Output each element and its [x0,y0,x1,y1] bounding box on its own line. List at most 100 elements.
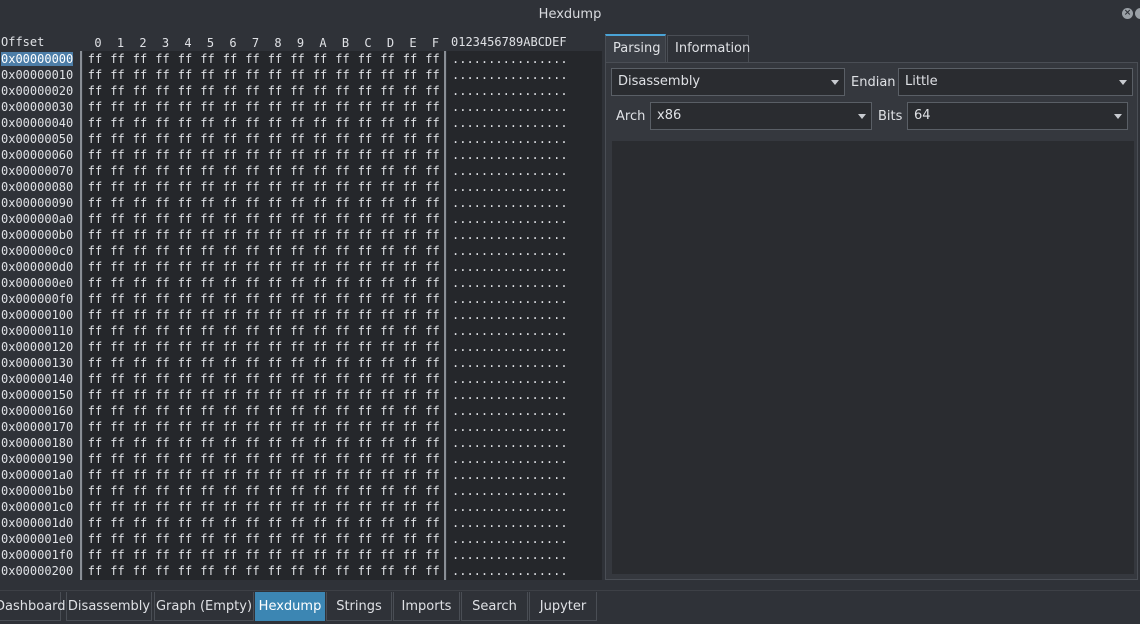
hex-byte[interactable]: ff [377,179,399,195]
hex-byte[interactable]: ff [107,195,129,211]
arch-select[interactable]: x86 [650,102,872,130]
hex-byte[interactable]: ff [242,259,264,275]
hex-byte[interactable]: ff [399,387,421,403]
hex-byte[interactable]: ff [174,243,196,259]
hex-row[interactable]: ff ff ff ff ff ff ff ff ff ff ff ff ff ff ff ff [83,339,444,355]
hex-byte[interactable]: ff [309,51,331,67]
hex-byte[interactable]: ff [84,515,106,531]
offset-row[interactable]: 0x000000e0 [0,275,78,291]
hex-byte[interactable]: ff [219,163,241,179]
hex-byte[interactable]: ff [197,387,219,403]
hex-row[interactable]: ff ff ff ff ff ff ff ff ff ff ff ff ff ff ff ff [83,307,444,323]
hex-byte[interactable]: ff [332,115,354,131]
hex-byte[interactable]: ff [422,147,444,163]
hex-byte[interactable]: ff [399,435,421,451]
hex-byte[interactable]: ff [242,339,264,355]
hex-byte[interactable]: ff [422,563,444,579]
hex-byte[interactable]: ff [309,115,331,131]
hex-byte[interactable]: ff [354,451,376,467]
hex-row[interactable]: ff ff ff ff ff ff ff ff ff ff ff ff ff ff ff ff [83,515,444,531]
ascii-row[interactable]: ................ [447,243,602,259]
offset-row[interactable]: 0x000001e0 [0,531,78,547]
hex-byte[interactable]: ff [422,195,444,211]
ascii-row[interactable]: ................ [447,355,602,371]
hex-byte[interactable]: ff [309,307,331,323]
disassembly-output[interactable] [612,141,1134,574]
hex-byte[interactable]: ff [219,211,241,227]
ascii-row[interactable]: ................ [447,435,602,451]
hex-row[interactable]: ff ff ff ff ff ff ff ff ff ff ff ff ff ff ff ff [83,467,444,483]
hex-byte[interactable]: ff [197,467,219,483]
hex-byte[interactable]: ff [287,211,309,227]
hex-byte[interactable]: ff [377,499,399,515]
hexdump-body[interactable]: 0x00000000 0x00000010 0x00000020 0x00000030… [0,51,602,580]
hex-byte[interactable]: ff [399,275,421,291]
hex-byte[interactable]: ff [287,131,309,147]
hex-byte[interactable]: ff [332,515,354,531]
hex-byte[interactable]: ff [197,499,219,515]
hex-byte[interactable]: ff [422,163,444,179]
hex-byte[interactable]: ff [264,147,286,163]
hex-byte[interactable]: ff [422,355,444,371]
close-icon[interactable]: × [1122,8,1133,19]
hex-byte[interactable]: ff [174,483,196,499]
hex-byte[interactable]: ff [152,243,174,259]
hex-byte[interactable]: ff [84,259,106,275]
hex-row[interactable]: ff ff ff ff ff ff ff ff ff ff ff ff ff ff ff ff [83,531,444,547]
hex-byte[interactable]: ff [174,403,196,419]
hex-byte[interactable]: ff [422,499,444,515]
hex-byte[interactable]: ff [399,563,421,579]
hex-byte[interactable]: ff [84,307,106,323]
hex-byte[interactable]: ff [309,99,331,115]
hex-byte[interactable]: ff [242,435,264,451]
hex-byte[interactable]: ff [287,547,309,563]
hex-byte[interactable]: ff [197,211,219,227]
offset-row[interactable]: 0x00000070 [0,163,78,179]
hex-byte[interactable]: ff [399,355,421,371]
hex-byte[interactable]: ff [332,51,354,67]
hex-byte[interactable]: ff [309,547,331,563]
offset-column[interactable]: 0x00000000 0x00000010 0x00000020 0x00000030… [0,51,78,580]
hex-byte[interactable]: ff [309,227,331,243]
hex-byte[interactable]: ff [287,163,309,179]
hex-byte[interactable]: ff [219,307,241,323]
hex-row[interactable]: ff ff ff ff ff ff ff ff ff ff ff ff ff ff ff ff [83,499,444,515]
hex-byte[interactable]: ff [399,83,421,99]
hex-bytes-column[interactable]: ff ff ff ff ff ff ff ff ff ff ff ff ff ff ff ff ff ff ff ff… [83,51,444,580]
hex-byte[interactable]: ff [174,179,196,195]
hex-byte[interactable]: ff [399,371,421,387]
hex-byte[interactable]: ff [264,323,286,339]
hex-byte[interactable]: ff [422,259,444,275]
hex-byte[interactable]: ff [377,147,399,163]
hex-byte[interactable]: ff [107,371,129,387]
hex-byte[interactable]: ff [377,307,399,323]
hex-byte[interactable]: ff [377,243,399,259]
hex-byte[interactable]: ff [152,99,174,115]
hex-byte[interactable]: ff [107,323,129,339]
hex-byte[interactable]: ff [377,531,399,547]
hex-byte[interactable]: ff [287,531,309,547]
hex-byte[interactable]: ff [422,371,444,387]
hex-byte[interactable]: ff [309,275,331,291]
hex-byte[interactable]: ff [377,515,399,531]
offset-row[interactable]: 0x00000180 [0,435,78,451]
hex-byte[interactable]: ff [309,323,331,339]
hex-byte[interactable]: ff [354,355,376,371]
hex-byte[interactable]: ff [129,355,151,371]
hex-byte[interactable]: ff [399,451,421,467]
hex-byte[interactable]: ff [219,403,241,419]
hex-byte[interactable]: ff [377,547,399,563]
hex-byte[interactable]: ff [287,147,309,163]
hex-byte[interactable]: ff [84,211,106,227]
hex-byte[interactable]: ff [107,275,129,291]
hex-byte[interactable]: ff [309,563,331,579]
hex-byte[interactable]: ff [332,387,354,403]
hex-byte[interactable]: ff [354,227,376,243]
hex-byte[interactable]: ff [197,355,219,371]
hex-byte[interactable]: ff [84,163,106,179]
hex-byte[interactable]: ff [422,51,444,67]
bits-select[interactable]: 64 [907,102,1128,130]
hex-byte[interactable]: ff [264,371,286,387]
hex-byte[interactable]: ff [309,403,331,419]
hex-byte[interactable]: ff [174,291,196,307]
